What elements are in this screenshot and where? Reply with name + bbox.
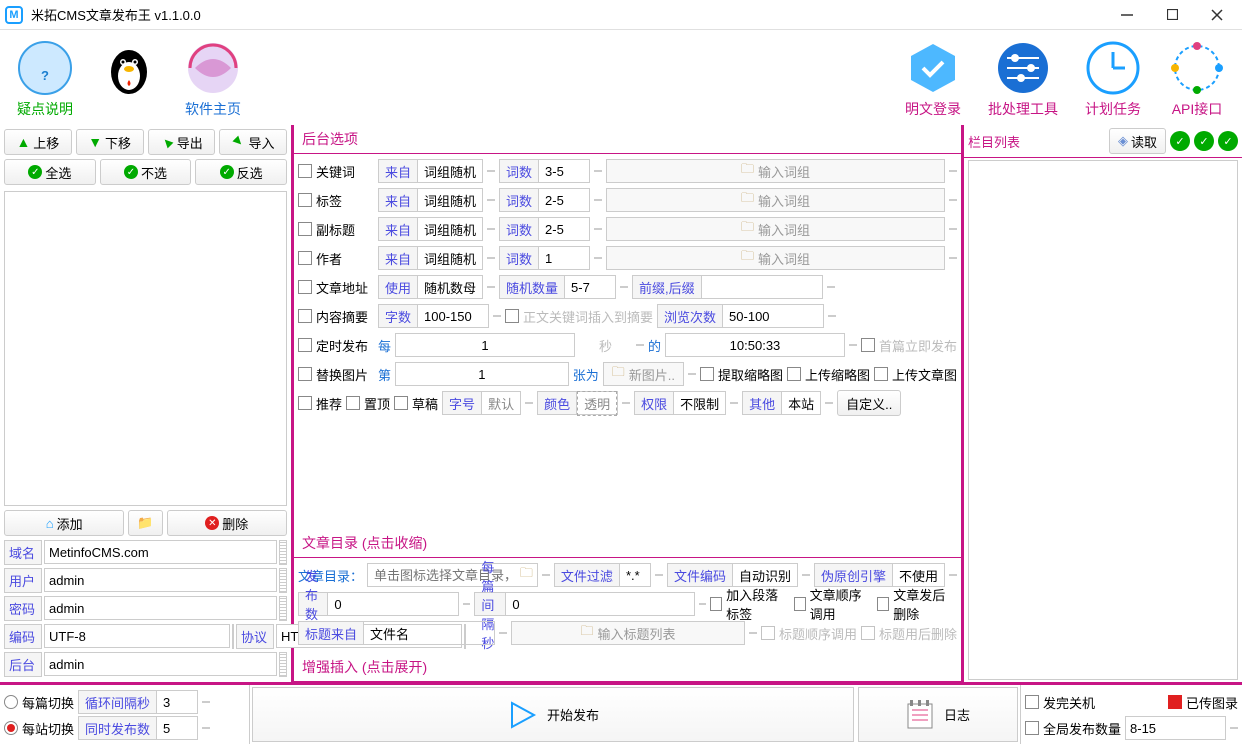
enhance-header[interactable]: 增强插入 (点击展开)	[294, 653, 961, 682]
enc-input[interactable]	[44, 624, 230, 648]
sliders-icon	[994, 39, 1052, 97]
network-icon	[1168, 39, 1226, 97]
bg-options-header: 后台选项	[294, 125, 961, 154]
window-title: 米拓CMS文章发布王 v1.1.0.0	[31, 5, 1117, 24]
global-check[interactable]	[1025, 721, 1039, 735]
uploaded-indicator	[1168, 695, 1182, 709]
log-button[interactable]: 日志	[858, 687, 1018, 742]
cube-icon: ◈	[1118, 133, 1128, 149]
nav-help-label: 疑点说明	[17, 99, 73, 119]
nav-qq[interactable]	[92, 39, 166, 119]
minimize-button[interactable]	[1117, 5, 1137, 25]
arturl-check[interactable]	[298, 280, 312, 294]
maximize-button[interactable]	[1162, 5, 1182, 25]
domain-input[interactable]	[44, 540, 277, 564]
help-icon: ?	[16, 39, 74, 97]
admin-label: 后台	[4, 652, 42, 677]
tree-ok-button[interactable]: ✓	[1170, 131, 1190, 151]
keyword-count[interactable]	[539, 162, 589, 181]
kwsummary-check[interactable]	[505, 309, 519, 323]
add-button[interactable]: ⌂添加	[4, 510, 124, 536]
check-shield-icon	[904, 39, 962, 97]
folder-icon[interactable]: 🗀	[516, 564, 537, 586]
category-tree[interactable]	[968, 160, 1238, 680]
sched-check[interactable]	[298, 338, 312, 352]
author-check[interactable]	[298, 251, 312, 265]
app-logo: M	[5, 6, 23, 24]
nav-batch-label: 批处理工具	[988, 99, 1058, 119]
folder-icon: 🗀	[741, 160, 754, 182]
nav-help[interactable]: ? 疑点说明	[8, 37, 82, 121]
custom-button[interactable]: 自定义..	[837, 390, 901, 416]
grip[interactable]	[232, 624, 234, 649]
grip[interactable]	[279, 596, 287, 621]
keyword-input-button[interactable]: 🗀输入词组	[606, 159, 945, 183]
x-icon: ✕	[205, 516, 219, 530]
move-down-button[interactable]: ▼下移	[76, 129, 144, 155]
nav-login-label: 明文登录	[905, 99, 961, 119]
select-invert-button[interactable]: ✓反选	[195, 159, 287, 185]
nav-sched[interactable]: 计划任务	[1076, 37, 1150, 121]
grip[interactable]	[279, 540, 287, 565]
admin-input[interactable]	[44, 652, 277, 676]
notepad-icon	[906, 700, 934, 730]
read-button[interactable]: ◈读取	[1109, 128, 1166, 154]
shutdown-check[interactable]	[1025, 695, 1039, 709]
proto-label: 协议	[236, 624, 274, 649]
nav-qq-label	[127, 101, 131, 117]
nav-login[interactable]: 明文登录	[896, 37, 970, 121]
tree-ok3-button[interactable]: ✓	[1218, 131, 1238, 151]
select-none-button[interactable]: ✓不选	[100, 159, 192, 185]
pass-input[interactable]	[44, 596, 277, 620]
nav-api-label: API接口	[1172, 99, 1223, 119]
nav-api[interactable]: API接口	[1160, 37, 1234, 121]
nav-home[interactable]: 软件主页	[176, 37, 250, 121]
grip[interactable]	[279, 568, 287, 593]
import-button[interactable]: ▲导入	[219, 129, 287, 155]
move-up-button[interactable]: ▲上移	[4, 129, 72, 155]
tree-header: 栏目列表	[968, 132, 1105, 151]
user-input[interactable]	[44, 568, 277, 592]
tag-check[interactable]	[298, 193, 312, 207]
delete-button[interactable]: ✕删除	[167, 510, 287, 536]
folder-button[interactable]: 📁	[128, 510, 162, 536]
perart-radio[interactable]	[4, 695, 18, 709]
home-icon: ⌂	[46, 516, 54, 531]
keyword-check[interactable]	[298, 164, 312, 178]
start-button[interactable]: 开始发布	[252, 687, 854, 742]
grip[interactable]	[279, 652, 287, 677]
user-label: 用户	[4, 568, 42, 593]
play-icon	[507, 700, 537, 730]
nav-batch[interactable]: 批处理工具	[980, 37, 1066, 121]
nav-sched-label: 计划任务	[1085, 99, 1141, 119]
pass-label: 密码	[4, 596, 42, 621]
select-all-button[interactable]: ✓全选	[4, 159, 96, 185]
summary-check[interactable]	[298, 309, 312, 323]
site-list[interactable]	[4, 191, 287, 506]
export-button[interactable]: ▲导出	[148, 129, 216, 155]
enc-label: 编码	[4, 624, 42, 649]
titlelist-button[interactable]: 🗀输入标题列表	[511, 621, 745, 645]
subtitle-check[interactable]	[298, 222, 312, 236]
artdir-header[interactable]: 文章目录 (点击收缩)	[294, 529, 961, 558]
domain-label: 域名	[4, 540, 42, 565]
sched-time-input[interactable]	[665, 333, 845, 357]
svg-text:?: ?	[41, 68, 49, 83]
replimg-check[interactable]	[298, 367, 312, 381]
nav-home-label: 软件主页	[185, 99, 241, 119]
penguin-icon	[100, 41, 158, 99]
persite-radio[interactable]	[4, 721, 18, 735]
clock-icon	[1084, 39, 1142, 97]
prefsuf-input[interactable]	[702, 278, 822, 297]
folder-icon: 📁	[137, 515, 153, 531]
keyword-from[interactable]: 词组随机	[418, 160, 482, 183]
tree-ok2-button[interactable]: ✓	[1194, 131, 1214, 151]
close-button[interactable]	[1207, 5, 1227, 25]
globe-icon	[184, 39, 242, 97]
global-count-input[interactable]	[1125, 716, 1226, 740]
